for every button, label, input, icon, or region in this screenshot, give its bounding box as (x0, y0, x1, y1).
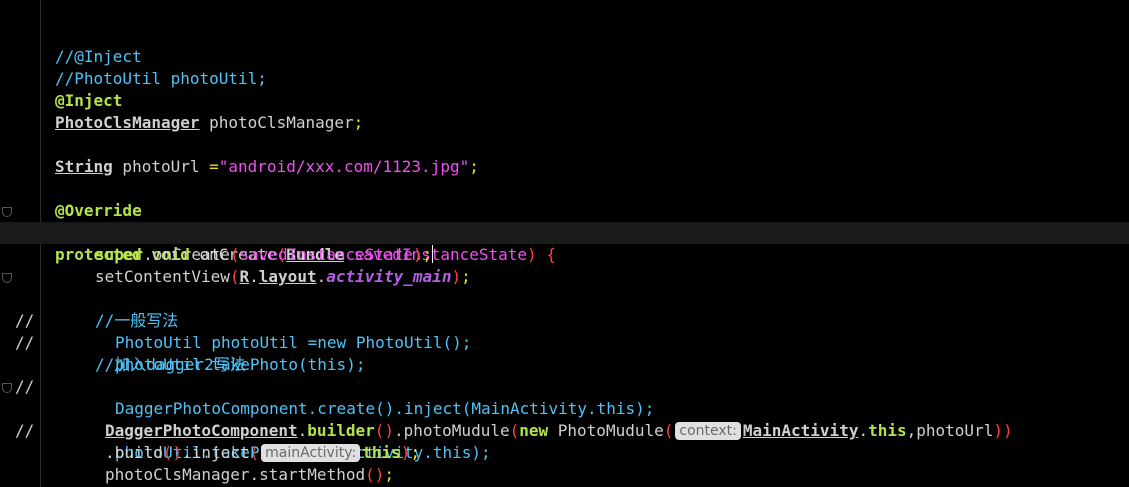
code-line[interactable]: String photoUrl ="android/xxx.com/1123.j… (0, 134, 1129, 176)
code-line[interactable]: // photoUtil.takePhoto(this); (0, 310, 1129, 374)
code-line[interactable]: @Override (0, 178, 1129, 220)
code-line[interactable]: } (0, 464, 1129, 486)
code-line[interactable]: @Inject (0, 68, 1129, 110)
code-line[interactable]: //一般写法 (0, 266, 1129, 330)
fold-icon[interactable] (2, 383, 12, 393)
code-line[interactable]: DaggerPhotoComponent.builder().photoMudu… (0, 398, 1129, 440)
code-line[interactable]: setContentView(R.layout.activity_main); (0, 244, 1129, 286)
class-name: String (55, 157, 113, 176)
code-line[interactable]: //@Inject (0, 24, 1129, 66)
code-line[interactable]: //加入dagger2写法 (0, 332, 1129, 374)
code-line-current[interactable]: super.onCreate(savedInstanceState); (0, 222, 1129, 264)
fold-icon[interactable] (2, 273, 12, 283)
code-line[interactable]: photoClsManager.startMethod(); (0, 442, 1129, 484)
code-line[interactable]: protected void onCreate(Bundle savedInst… (0, 200, 1129, 264)
identifier: photoUrl (112, 157, 210, 176)
string-literal: "android/xxx.com/1123.jpg" (218, 157, 470, 176)
code-line[interactable]: //PhotoUtil photoUtil; (0, 46, 1129, 88)
code-line[interactable]: .build().inject(mainActivity: this); (0, 420, 1129, 462)
code-editor[interactable]: //@Inject //PhotoUtil photoUtil; @Inject… (0, 0, 1129, 487)
code-line[interactable]: // DaggerPhotoComponent.create().inject(… (0, 354, 1129, 418)
code-line[interactable]: // photoUtil.takePhoto(MainActivity.this… (0, 376, 1129, 462)
code-line[interactable]: // PhotoUtil photoUtil =new PhotoUtil(); (0, 288, 1129, 352)
class-name: PhotoClsManager (55, 113, 200, 132)
identifier: photoClsManager (199, 113, 354, 132)
fold-icon[interactable] (2, 207, 12, 217)
code-line[interactable]: PhotoClsManager photoClsManager; (0, 90, 1129, 132)
